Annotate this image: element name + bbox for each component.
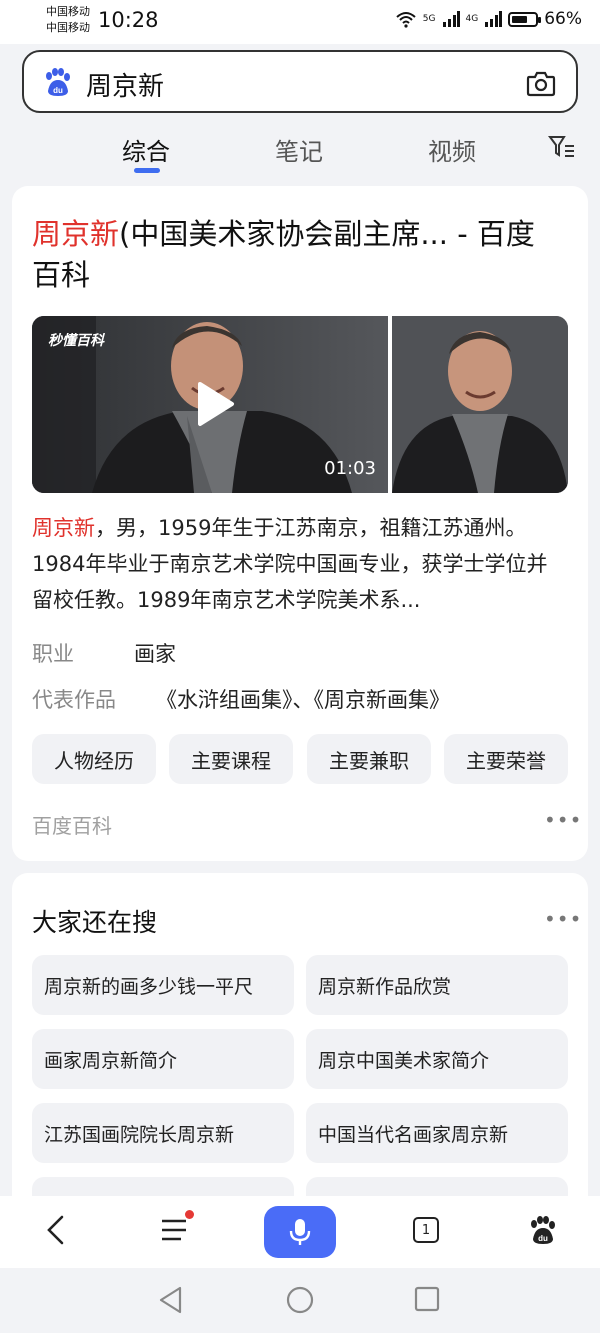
filter-icon[interactable]	[548, 134, 576, 160]
camera-icon[interactable]	[526, 69, 556, 97]
status-bar: 中国移动 中国移动 10:28 5G 4G 66%	[0, 0, 600, 44]
result-summary[interactable]: 周京新，男，1959年生于江苏南京，祖籍江苏通州。1984年毕业于南京艺术学院中…	[32, 510, 564, 618]
search-tabs: 综合 笔记 视频	[0, 118, 600, 178]
baidu-home-button[interactable]: du	[520, 1208, 564, 1252]
microphone-icon	[289, 1219, 311, 1245]
more-options-icon[interactable]: •••	[544, 907, 582, 931]
network-5g-label: 5G	[422, 14, 436, 24]
clock: 10:28	[98, 8, 159, 32]
system-recents-icon[interactable]	[414, 1286, 440, 1312]
chip-biography[interactable]: 人物经历	[32, 734, 156, 784]
summary-text: ，男，1959年生于江苏南京，祖籍江苏通州。1984年毕业于南京艺术学院中国画专…	[32, 516, 548, 612]
network-4g-label: 4G	[465, 14, 479, 24]
video-duration: 01:03	[324, 458, 376, 479]
battery-percent: 66%	[544, 9, 582, 29]
related-title: 大家还在搜	[32, 908, 158, 937]
related-item[interactable]: 周京新作品欣赏	[306, 955, 568, 1015]
section-chips: 人物经历 主要课程 主要兼职 主要荣誉	[32, 734, 568, 784]
baidu-logo-icon: du	[531, 1216, 555, 1244]
search-input[interactable]: 周京新	[86, 66, 164, 103]
works-row: 代表作品 《水浒组画集》、《周京新画集》	[32, 684, 450, 714]
occupation-value: 画家	[134, 642, 176, 666]
menu-button[interactable]	[152, 1208, 196, 1252]
active-tab-indicator	[134, 168, 160, 173]
chip-positions[interactable]: 主要兼职	[307, 734, 431, 784]
summary-highlight: 周京新	[32, 516, 95, 540]
tab-notes[interactable]: 笔记	[275, 132, 323, 167]
chip-courses[interactable]: 主要课程	[169, 734, 293, 784]
carrier-2: 中国移动	[46, 21, 90, 34]
occupation-row: 职业 画家	[32, 638, 176, 668]
menu-icon	[162, 1219, 186, 1241]
related-item[interactable]: 画家周京新简介	[32, 1029, 294, 1089]
play-icon[interactable]	[192, 380, 236, 428]
video-thumbnail[interactable]: 秒懂百科 01:03	[32, 316, 388, 493]
search-bar[interactable]: du 周京新	[22, 50, 578, 113]
tab-comprehensive[interactable]: 综合	[122, 132, 170, 167]
wifi-icon	[396, 12, 416, 28]
works-key: 代表作品	[32, 688, 116, 712]
occupation-key: 职业	[32, 642, 74, 666]
voice-search-button[interactable]	[264, 1206, 336, 1258]
signal-icon	[442, 11, 460, 27]
signal-icon	[485, 11, 503, 27]
works-value[interactable]: 《水浒组画集》、《周京新画集》	[156, 688, 450, 712]
system-nav-bar	[0, 1268, 600, 1333]
tab-video[interactable]: 视频	[428, 132, 476, 167]
portrait-image	[392, 316, 568, 493]
system-back-icon[interactable]	[158, 1286, 184, 1314]
chevron-left-icon	[47, 1215, 64, 1245]
result-title-highlight: 周京新	[32, 217, 120, 251]
result-title[interactable]: 周京新(中国美术家协会副主席... - 百度百科	[32, 214, 562, 296]
related-item[interactable]: 周京新的画多少钱一平尺	[32, 955, 294, 1015]
system-home-icon[interactable]	[286, 1286, 314, 1314]
media-row: 秒懂百科 01:03	[32, 316, 568, 493]
back-button[interactable]	[34, 1208, 78, 1252]
baidu-logo-icon: du	[46, 68, 70, 96]
status-icons: 5G 4G 66%	[395, 9, 582, 29]
carrier-1: 中国移动	[46, 5, 90, 18]
battery-icon	[508, 11, 542, 27]
source-label: 百度百科	[32, 814, 112, 838]
chip-honors[interactable]: 主要荣誉	[444, 734, 568, 784]
photo-thumbnail[interactable]	[392, 316, 568, 493]
svg-text:du: du	[538, 1234, 548, 1243]
more-options-icon[interactable]: •••	[544, 808, 582, 832]
tab-count: 1	[413, 1217, 439, 1243]
video-watermark: 秒懂百科	[48, 333, 104, 349]
carrier-labels: 中国移动 中国移动	[46, 4, 90, 36]
related-item[interactable]: 江苏国画院院长周京新	[32, 1103, 294, 1163]
svg-text:du: du	[53, 86, 63, 95]
tabs-button[interactable]: 1	[404, 1208, 448, 1252]
related-item[interactable]: 中国当代名画家周京新	[306, 1103, 568, 1163]
bottom-nav: 1 du	[0, 1196, 600, 1268]
notification-dot	[185, 1210, 194, 1219]
related-searches-card: 大家还在搜 ••• 周京新的画多少钱一平尺 周京新作品欣赏 画家周京新简介 周京…	[12, 873, 588, 1237]
related-item[interactable]: 周京中国美术家简介	[306, 1029, 568, 1089]
baike-result-card: 周京新(中国美术家协会副主席... - 百度百科 秒懂百科 01:03 周京新，…	[12, 186, 588, 861]
